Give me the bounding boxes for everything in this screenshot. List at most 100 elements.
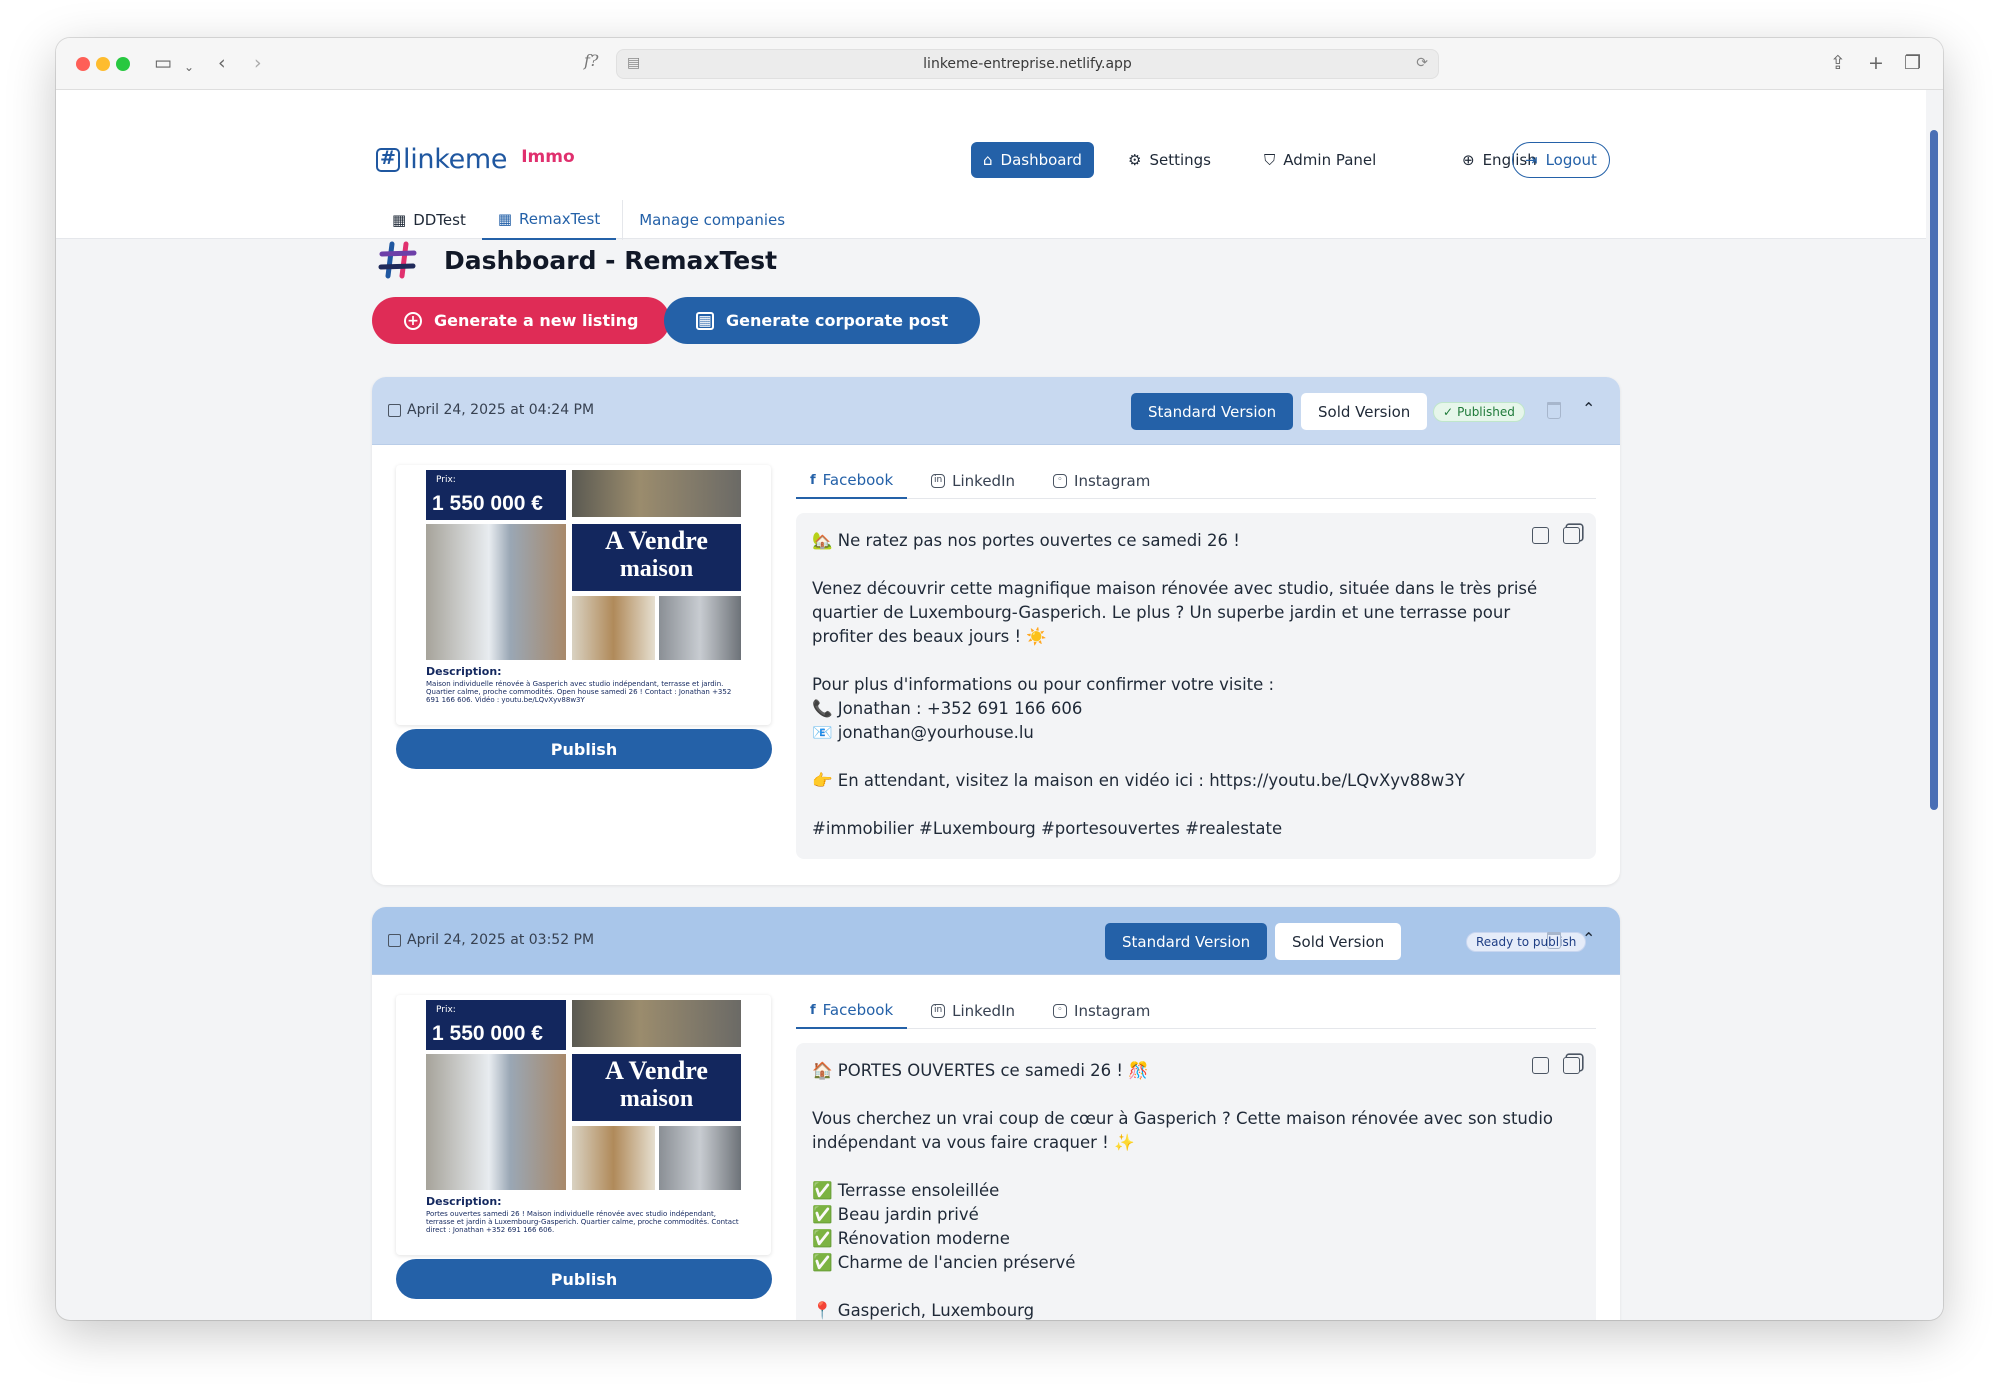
listing-collage: Prix: 1 550 000 € A Vendre maison <box>426 470 741 660</box>
post-line <box>812 793 1580 817</box>
nav-dashboard-label: Dashboard <box>1000 151 1082 169</box>
browser-window: ▭ ⌄ ‹ › f? ▤ linkeme-entreprise.netlify.… <box>56 38 1943 1320</box>
sold-version-button[interactable]: Sold Version <box>1275 923 1402 960</box>
tab-facebook-label: Facebook <box>822 1001 894 1019</box>
close-window-button[interactable] <box>76 57 90 71</box>
tab-linkedin-label: LinkedIn <box>952 1002 1016 1020</box>
status-badge-text: Published <box>1457 405 1515 419</box>
tab-facebook[interactable]: f Facebook <box>796 463 908 499</box>
instagram-icon: ◦ <box>1053 474 1068 488</box>
standard-version-button[interactable]: Standard Version <box>1131 393 1294 430</box>
post-line: Pour plus d'informations ou pour confirm… <box>812 675 1275 694</box>
nav-settings-button[interactable]: ⚙ Settings <box>1116 142 1223 178</box>
copy-icon[interactable] <box>1563 1057 1580 1074</box>
brand-logo[interactable]: # linkeme Immo <box>376 144 575 175</box>
edit-icon[interactable] <box>1532 527 1549 544</box>
chevron-down-icon[interactable]: ⌄ <box>184 56 194 78</box>
sold-version-button[interactable]: Sold Version <box>1301 393 1428 430</box>
chevron-up-icon[interactable]: ⌃ <box>1582 399 1595 418</box>
tab-instagram[interactable]: ◦ Instagram <box>1039 993 1164 1029</box>
share-icon[interactable]: ⇪ <box>1830 52 1846 74</box>
trash-icon[interactable] <box>1547 402 1561 419</box>
for-sale-line2: maison <box>619 1086 694 1112</box>
trash-icon[interactable] <box>1547 932 1561 949</box>
price-value: 1 550 000 € <box>432 492 543 515</box>
manage-companies-link[interactable]: Manage companies <box>622 200 801 240</box>
listing-image[interactable]: Prix: 1 550 000 € A Vendre maison Descri… <box>396 995 771 1255</box>
for-sale-box: A Vendre maison <box>572 524 741 591</box>
photo-interior <box>426 524 566 660</box>
photo-hallway <box>572 1126 655 1190</box>
browser-toolbar: ▭ ⌄ ‹ › f? ▤ linkeme-entreprise.netlify.… <box>56 38 1943 90</box>
app-header: # linkeme Immo ⌂ Dashboard ⚙ Settings ⛉ … <box>56 90 1926 240</box>
publish-button[interactable]: Publish <box>396 1259 772 1299</box>
photo-living-room <box>572 470 741 517</box>
reader-icon[interactable]: f? <box>584 51 599 70</box>
brand-name: linkeme <box>403 144 508 175</box>
for-sale-line1: A Vendre <box>605 1056 708 1085</box>
listing-card: April 24, 2025 at 03:52 PM Standard Vers… <box>372 907 1620 1320</box>
image-description-title: Description: <box>426 665 502 678</box>
tab-facebook[interactable]: f Facebook <box>796 993 908 1029</box>
zoom-window-button[interactable] <box>116 57 130 71</box>
linkedin-icon: in <box>931 1004 946 1018</box>
back-icon[interactable]: ‹ <box>218 52 226 74</box>
page-scrollbar[interactable] <box>1926 90 1943 1320</box>
post-actions <box>1532 527 1580 544</box>
photo-hallway <box>572 596 655 660</box>
linkedin-icon: in <box>931 474 946 488</box>
globe-icon: ⊕ <box>1462 151 1475 169</box>
post-content[interactable]: 🏠 PORTES OUVERTES ce samedi 26 ! 🎊 Vous … <box>796 1043 1596 1320</box>
generate-corporate-label: Generate corporate post <box>726 311 949 330</box>
photo-living-room <box>572 1000 741 1047</box>
tab-linkedin[interactable]: in LinkedIn <box>917 993 1029 1029</box>
card-date: April 24, 2025 at 04:24 PM <box>388 402 594 418</box>
scrollbar-thumb[interactable] <box>1930 130 1938 810</box>
nav-admin-button[interactable]: ⛉ Admin Panel <box>1252 142 1388 178</box>
new-tab-icon[interactable]: + <box>1868 52 1884 74</box>
address-bar[interactable]: ▤ linkeme-entreprise.netlify.app ⟳ <box>616 49 1439 79</box>
tab-linkedin[interactable]: in LinkedIn <box>917 463 1029 499</box>
image-description-title: Description: <box>426 1195 502 1208</box>
nav-dashboard-button[interactable]: ⌂ Dashboard <box>971 142 1094 178</box>
tab-instagram-label: Instagram <box>1074 472 1151 490</box>
tab-remaxtest-label: RemaxTest <box>519 210 601 228</box>
tab-ddtest-label: DDTest <box>413 211 466 229</box>
tab-instagram[interactable]: ◦ Instagram <box>1039 463 1164 499</box>
generate-corporate-button[interactable]: ▦ Generate corporate post <box>664 297 981 344</box>
price-box: Prix: 1 550 000 € <box>426 1000 566 1050</box>
social-tabs: f Facebook in LinkedIn ◦ Instagram <box>796 993 1596 1029</box>
edit-icon[interactable] <box>1532 1057 1549 1074</box>
post-line: 🏠 PORTES OUVERTES ce samedi 26 ! 🎊 <box>812 1061 1149 1080</box>
listing-image[interactable]: Prix: 1 550 000 € A Vendre maison Descri… <box>396 465 771 725</box>
post-content[interactable]: 🏡 Ne ratez pas nos portes ouvertes ce sa… <box>796 513 1596 859</box>
post-line: 📧 jonathan@yourhouse.lu <box>812 723 1034 742</box>
generate-listing-button[interactable]: + Generate a new listing <box>372 297 671 344</box>
instagram-icon: ◦ <box>1053 1004 1068 1018</box>
reload-icon[interactable]: ⟳ <box>1416 55 1428 71</box>
publish-button[interactable]: Publish <box>396 729 772 769</box>
copy-icon[interactable] <box>1563 527 1580 544</box>
post-line: #immobilier #Luxembourg #portesouvertes … <box>812 819 1283 838</box>
tab-remaxtest[interactable]: ▦ RemaxTest <box>481 200 617 240</box>
post-line <box>812 553 1580 577</box>
minimize-window-button[interactable] <box>96 57 110 71</box>
check-circle-icon: ✓ <box>1443 405 1454 419</box>
tab-instagram-label: Instagram <box>1074 1002 1151 1020</box>
hash-brand-icon <box>378 241 417 279</box>
tab-overview-icon[interactable]: ❐ <box>1904 52 1921 74</box>
gear-icon: ⚙ <box>1128 151 1142 169</box>
price-box: Prix: 1 550 000 € <box>426 470 566 520</box>
card-date: April 24, 2025 at 03:52 PM <box>388 932 594 948</box>
chevron-up-icon[interactable]: ⌃ <box>1582 929 1595 948</box>
page-title: Dashboard - RemaxTest <box>444 245 778 275</box>
photo-kitchen <box>659 596 741 660</box>
forward-icon[interactable]: › <box>254 52 262 74</box>
status-badge-text: Ready to publish <box>1476 935 1577 949</box>
shield-icon: ⛉ <box>1264 151 1276 169</box>
post-line: Venez découvrir cette magnifique maison … <box>812 579 1543 646</box>
tab-ddtest[interactable]: ▦ DDTest <box>376 200 482 240</box>
logout-button[interactable]: ⇥ Logout <box>1512 142 1610 178</box>
standard-version-button[interactable]: Standard Version <box>1105 923 1268 960</box>
sidebar-toggle-icon[interactable]: ▭ <box>154 52 172 74</box>
